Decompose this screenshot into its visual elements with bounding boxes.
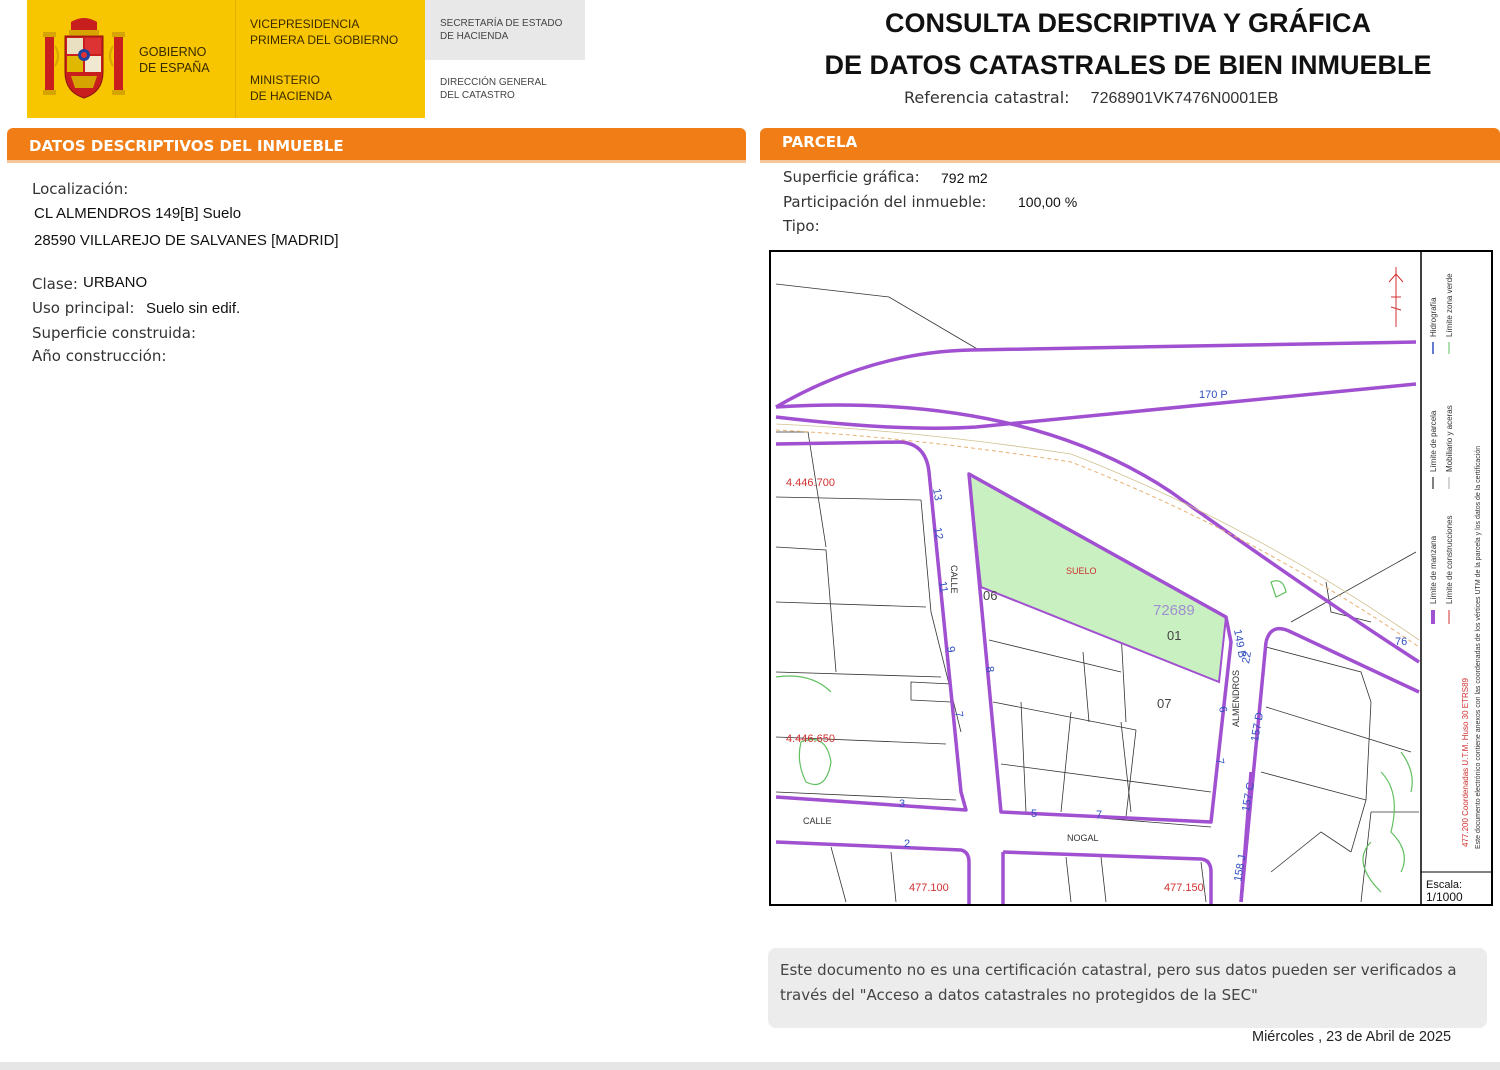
address-line2: 28590 VILLAREJO DE SALVANES [MADRID] xyxy=(34,232,339,249)
coat-of-arms-icon xyxy=(43,18,125,99)
num-13: 13 xyxy=(930,487,944,501)
referencia-catastral: Referencia catastral: 7268901VK7476N0001… xyxy=(904,88,1278,108)
clase-value: URBANO xyxy=(83,274,148,291)
suelo-label: SUELO xyxy=(1066,566,1097,576)
cadastral-map: 4.446.700 4.446.650 477.100 477.150 170 … xyxy=(769,250,1493,906)
street-calle-left: CALLE xyxy=(949,565,959,594)
coord-4446700: 4.446.700 xyxy=(786,477,835,489)
section-bar-datos: DATOS DESCRIPTIVOS DEL INMUEBLE xyxy=(7,128,746,160)
document-date: Miércoles , 23 de Abril de 2025 xyxy=(1252,1029,1452,1045)
num-3: 3 xyxy=(899,798,905,810)
legend-hidrografia: Hidrografía xyxy=(1429,297,1438,337)
num-76: 76 xyxy=(1395,636,1407,648)
legend-construcciones: Límite de construcciones xyxy=(1445,516,1454,605)
num-7c: 7 xyxy=(1213,757,1226,765)
legend-utm: 477.200 Coordenadas U.T.M. Huso 30 ETRS8… xyxy=(1461,677,1470,847)
notice-text: Este documento no es una certificación c… xyxy=(780,958,1470,1008)
coord-477150: 477.150 xyxy=(1164,882,1204,894)
vicepresidencia-label: VICEPRESIDENCIA PRIMERA DEL GOBIERNO xyxy=(250,16,398,48)
gov-name-line2: DE ESPAÑA xyxy=(139,61,210,75)
num-6: 6 xyxy=(1216,705,1229,713)
superficie-grafica-label: Superficie gráfica: xyxy=(783,168,920,186)
parcel-06: 06 xyxy=(983,588,997,603)
dg-line2: DEL CATASTRO xyxy=(440,90,515,101)
tipo-label: Tipo: xyxy=(783,217,820,235)
secretaria-label: SECRETARÍA DE ESTADO DE HACIENDA xyxy=(440,17,562,43)
legend-parcela: Límite de parcela xyxy=(1429,410,1438,472)
street-calle-bottom: CALLE xyxy=(803,816,832,826)
gov-name: GOBIERNO DE ESPAÑA xyxy=(139,44,210,76)
superficie-construida-label: Superficie construida: xyxy=(32,324,197,342)
map-legend: Límite de manzana Límite de parcela Hidr… xyxy=(1429,273,1482,849)
num-12: 12 xyxy=(931,526,945,540)
legend-zona-verde: Límite zona verde xyxy=(1445,273,1454,337)
num-157d: 157 D xyxy=(1249,711,1266,742)
min-line1: MINISTERIO xyxy=(250,73,321,87)
sec-line2: DE HACIENDA xyxy=(440,31,509,42)
dg-line1: DIRECCIÓN GENERAL xyxy=(440,77,547,88)
title-line1: CONSULTA DESCRIPTIVA Y GRÁFICA xyxy=(884,8,1372,38)
uso-label: Uso principal: xyxy=(32,299,135,317)
referencia-label: Referencia catastral: xyxy=(904,88,1070,107)
street-almendros: ALMENDROS xyxy=(1231,670,1241,727)
government-logo-block: GOBIERNO DE ESPAÑA VICEPRESIDENCIA PRIME… xyxy=(27,0,425,118)
num-7b: 7 xyxy=(1096,809,1102,821)
legend-doc-note: Este documento electrónico contiene anex… xyxy=(1475,446,1482,849)
gov-name-line1: GOBIERNO xyxy=(139,45,207,59)
notice-box: Este documento no es una certificación c… xyxy=(768,948,1487,1028)
participacion-label: Participación del inmueble: xyxy=(783,193,987,211)
secretaria-block: SECRETARÍA DE ESTADO DE HACIENDA xyxy=(425,0,585,60)
num-7: 7 xyxy=(952,710,965,718)
clase-label: Clase: xyxy=(32,275,78,293)
street-nogal: NOGAL xyxy=(1067,833,1099,843)
section-title-parcela: PARCELA xyxy=(782,133,858,151)
section-bar-parcela: PARCELA xyxy=(760,128,1500,160)
scale-value: 1/1000 xyxy=(1426,890,1463,904)
coord-477100: 477.100 xyxy=(909,882,949,894)
num-158j: 158 J xyxy=(1232,854,1248,883)
participacion-value: 100,00 % xyxy=(1018,194,1078,210)
direccion-general-label: DIRECCIÓN GENERAL DEL CATASTRO xyxy=(440,76,547,102)
title-line2: DE DATOS CATASTRALES DE BIEN INMUEBLE xyxy=(824,50,1432,80)
address-line1: CL ALMENDROS 149[B] Suelo xyxy=(34,205,242,222)
localizacion-label: Localización: xyxy=(32,180,129,198)
superficie-grafica-value: 792 m2 xyxy=(941,170,988,186)
vp-line2: PRIMERA DEL GOBIERNO xyxy=(250,33,399,47)
num-8: 8 xyxy=(983,665,996,673)
min-line2: DE HACIENDA xyxy=(250,89,333,103)
legend-mobiliario: Mobiliario y aceras xyxy=(1445,405,1454,472)
num-2: 2 xyxy=(904,838,910,850)
page-title: CONSULTA DESCRIPTIVA Y GRÁFICA DE DATOS … xyxy=(790,2,1466,86)
anio-construccion-label: Año construcción: xyxy=(32,347,167,365)
coord-4446650: 4.446.650 xyxy=(786,733,835,745)
parcel-ref-label: 72689 xyxy=(1153,602,1195,619)
vp-line1: VICEPRESIDENCIA xyxy=(250,17,360,31)
north-arrow-icon xyxy=(1388,267,1404,327)
sec-line1: SECRETARÍA DE ESTADO xyxy=(440,18,563,29)
legend-manzana: Límite de manzana xyxy=(1429,535,1438,604)
section-title-datos: DATOS DESCRIPTIVOS DEL INMUEBLE xyxy=(29,137,344,155)
num-5: 5 xyxy=(1031,808,1037,820)
notice-line1: Este documento no es una certificación c… xyxy=(780,961,1457,979)
uso-value: Suelo sin edif. xyxy=(146,300,241,317)
num-9: 9 xyxy=(944,645,957,653)
parcel-01: 01 xyxy=(1167,628,1181,643)
num-22: 22 xyxy=(1240,650,1254,664)
parcel-07: 07 xyxy=(1157,696,1171,711)
map-svg: 4.446.700 4.446.650 477.100 477.150 170 … xyxy=(775,252,1491,904)
road-170p: 170 P xyxy=(1199,389,1228,401)
num-157c: 157 C xyxy=(1240,781,1257,812)
notice-line2: través del "Acceso a datos catastrales n… xyxy=(780,986,1258,1004)
referencia-value: 7268901VK7476N0001EB xyxy=(1090,90,1279,107)
gov-divider xyxy=(235,0,236,118)
ministerio-label: MINISTERIO DE HACIENDA xyxy=(250,72,332,104)
bottom-strip xyxy=(0,1062,1500,1070)
num-11: 11 xyxy=(936,580,950,593)
